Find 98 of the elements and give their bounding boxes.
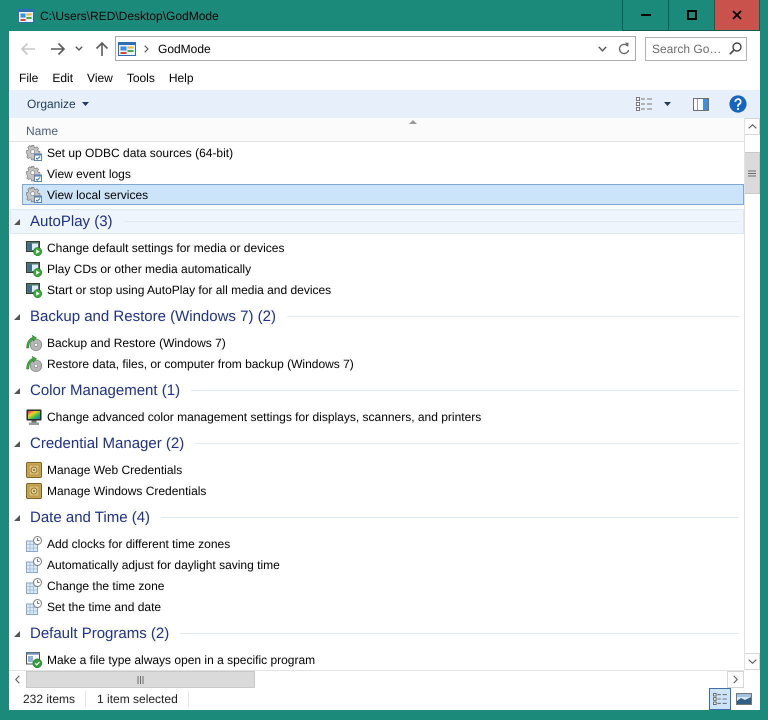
group-header[interactable]: Credential Manager (2) <box>10 431 744 456</box>
chevron-left-icon[interactable] <box>15 675 20 684</box>
maximize-button[interactable] <box>668 0 714 31</box>
list-item[interactable]: Manage Windows Credentials <box>22 480 744 501</box>
window-play-icon <box>26 260 42 276</box>
organize-button[interactable]: Organize <box>21 94 95 114</box>
expanded-triangle-icon[interactable] <box>14 388 20 394</box>
forward-arrow-icon[interactable] <box>50 42 66 56</box>
list-item[interactable]: Change the time zone <box>22 575 744 596</box>
minimize-icon <box>640 14 650 16</box>
list-item[interactable]: Manage Web Credentials <box>22 459 744 480</box>
window-play-icon <box>26 240 42 256</box>
group-header[interactable]: Backup and Restore (Windows 7) (2) <box>10 304 744 329</box>
window-play-icon <box>26 282 42 298</box>
chevron-down-icon <box>748 659 756 664</box>
menu-item[interactable]: Help <box>162 68 201 88</box>
group-title: AutoPlay (3) <box>30 213 113 230</box>
group-title: Date and Time (4) <box>30 509 150 526</box>
preview-pane-icon[interactable] <box>693 98 709 110</box>
chevron-up-icon <box>748 124 756 129</box>
group-header[interactable]: AutoPlay (3) <box>10 209 744 234</box>
scroll-down-button[interactable] <box>745 653 760 670</box>
list-item[interactable]: Play CDs or other media automatically <box>22 258 744 279</box>
group-title: Default Programs (2) <box>30 625 170 642</box>
grip-lines-icon <box>137 676 144 684</box>
close-button[interactable] <box>714 0 760 31</box>
list-item[interactable]: Set the time and date <box>22 596 744 617</box>
list-item[interactable]: Restore data, files, or computer from backup (Windows 7) <box>22 353 744 374</box>
list-item[interactable]: View event logs <box>22 163 744 184</box>
expanded-triangle-icon[interactable] <box>14 314 20 320</box>
caret-icon[interactable] <box>664 102 671 106</box>
control-panel-icon <box>18 8 34 22</box>
list-item[interactable]: Set up ODBC data sources (64-bit) <box>22 142 744 163</box>
list-item[interactable]: Start or stop using AutoPlay for all media and devices <box>22 279 744 300</box>
list-item[interactable]: Automatically adjust for daylight saving time <box>22 554 744 575</box>
window-title: C:\Users\RED\Desktop\GodMode <box>40 8 219 22</box>
control-panel-icon <box>118 42 136 56</box>
search-field[interactable]: Search Go… <box>645 36 747 60</box>
list-item[interactable]: Add clocks for different time zones <box>22 533 744 554</box>
safe-icon <box>26 482 42 498</box>
scrollbar-thumb[interactable] <box>26 671 255 688</box>
horizontal-scrollbar[interactable] <box>9 670 744 688</box>
menu-item[interactable]: File <box>12 68 46 88</box>
list-item[interactable]: Make a file type always open in a specific program <box>22 649 744 670</box>
group-title: Backup and Restore (Windows 7) (2) <box>30 308 276 325</box>
disc-arrow-icon <box>26 334 42 350</box>
grip-lines-icon <box>748 170 756 176</box>
expanded-triangle-icon[interactable] <box>14 630 20 636</box>
monitor-icon <box>26 408 42 424</box>
up-arrow-icon[interactable] <box>95 40 109 56</box>
menu-item[interactable]: View <box>80 68 120 88</box>
menu-item[interactable]: Edit <box>45 68 80 88</box>
expanded-triangle-icon[interactable] <box>14 440 20 446</box>
search-icon[interactable] <box>729 42 742 54</box>
window-check-icon <box>26 652 42 668</box>
expanded-triangle-icon[interactable] <box>14 514 20 520</box>
gear-window-icon <box>26 186 42 202</box>
safe-icon <box>26 462 42 478</box>
calendar-clock-icon <box>26 598 42 614</box>
disc-arrow-icon <box>26 356 42 372</box>
refresh-icon[interactable] <box>618 42 630 55</box>
list-item[interactable]: View local services <box>22 184 744 205</box>
close-icon <box>732 10 742 20</box>
group-title: Credential Manager (2) <box>30 435 184 452</box>
scrollbar-thumb[interactable] <box>745 152 760 194</box>
list-item[interactable]: Backup and Restore (Windows 7) <box>22 332 744 353</box>
details-view-button[interactable] <box>709 688 731 710</box>
scroll-up-button[interactable] <box>745 118 760 135</box>
menu-item[interactable]: Tools <box>120 68 162 88</box>
chevron-icon <box>144 44 149 52</box>
chevron-right-icon <box>733 675 738 684</box>
picture-icon <box>736 693 752 705</box>
address-field[interactable]: GodMode <box>115 36 636 61</box>
gear-window-icon <box>26 166 42 182</box>
calendar-clock-icon <box>26 536 42 552</box>
group-header[interactable]: Default Programs (2) <box>10 621 744 646</box>
calendar-clock-icon <box>26 578 42 594</box>
group-header[interactable]: Date and Time (4) <box>10 505 744 530</box>
scroll-right-button[interactable] <box>727 671 744 688</box>
selection-count: 1 item selected <box>86 691 189 707</box>
calendar-clock-icon <box>26 556 42 572</box>
name-column-header[interactable]: Name <box>9 118 744 142</box>
list-item[interactable]: Change default settings for media or devices <box>22 237 744 258</box>
maximize-icon <box>686 10 696 20</box>
expanded-triangle-icon[interactable] <box>14 218 20 224</box>
vertical-scrollbar[interactable] <box>744 118 760 670</box>
dropdown-caret-icon[interactable] <box>598 46 607 52</box>
group-title: Color Management (1) <box>30 382 180 399</box>
breadcrumb-item[interactable]: GodMode <box>158 42 211 56</box>
help-icon[interactable] <box>729 95 747 113</box>
list-view-icon[interactable] <box>636 97 652 111</box>
list-item[interactable]: Change advanced color management settings for displays, scanners, and printers <box>22 406 744 427</box>
item-count: 232 items <box>9 691 86 707</box>
gear-window-icon <box>26 144 42 160</box>
group-header[interactable]: Color Management (1) <box>10 378 744 403</box>
list-view-icon <box>713 693 727 705</box>
dropdown-caret-icon[interactable] <box>75 46 83 51</box>
caret-icon <box>82 102 89 106</box>
